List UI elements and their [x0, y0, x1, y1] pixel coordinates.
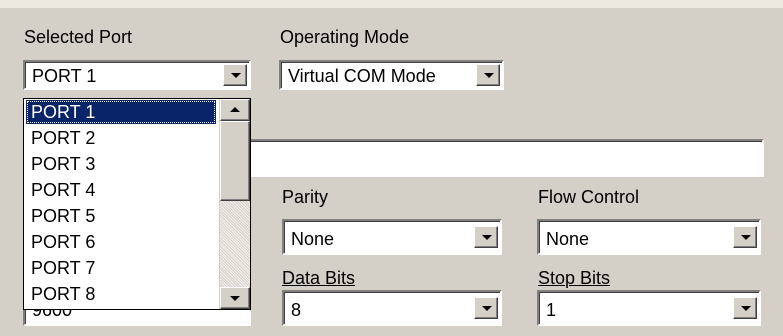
operating-mode-label: Operating Mode	[280, 27, 410, 47]
chevron-down-icon	[482, 306, 492, 311]
port-option[interactable]: PORT 6	[26, 230, 216, 254]
data-bits-dropdown-button[interactable]	[474, 297, 498, 319]
parity-dropdown-button[interactable]	[474, 226, 498, 248]
port-option[interactable]: PORT 7	[26, 256, 216, 280]
scroll-down-button[interactable]	[220, 287, 250, 309]
data-bits-combo[interactable]: 8	[282, 290, 502, 326]
stop-bits-value: 1	[546, 300, 557, 320]
port-dropdown-list[interactable]: PORT 1 PORT 2 PORT 3 PORT 4 PORT 5 PORT 6 PORT…	[23, 98, 251, 310]
port-option[interactable]: PORT 4	[26, 178, 216, 202]
port-option[interactable]: PORT 3	[26, 152, 216, 176]
flow-control-dropdown-button[interactable]	[733, 226, 757, 248]
chevron-down-icon	[230, 296, 240, 301]
selected-port-combo[interactable]: PORT 1	[23, 60, 251, 90]
data-bits-label: Data Bits	[282, 268, 356, 288]
chevron-down-icon	[482, 235, 492, 240]
parity-label: Parity	[282, 187, 329, 207]
data-bits-value: 8	[291, 300, 302, 320]
flow-control-combo[interactable]: None	[537, 219, 761, 255]
stop-bits-combo[interactable]: 1	[537, 290, 761, 326]
chevron-up-icon	[230, 107, 240, 112]
port-option[interactable]: PORT 1	[26, 100, 216, 124]
port-list-scrollbar[interactable]	[219, 99, 250, 309]
selected-port-value: PORT 1	[32, 66, 97, 86]
operating-mode-value: Virtual COM Mode	[288, 66, 436, 86]
chevron-down-icon	[741, 235, 751, 240]
stop-bits-label: Stop Bits	[538, 268, 611, 288]
chevron-down-icon	[741, 306, 751, 311]
chevron-down-icon	[231, 73, 241, 78]
selected-port-label: Selected Port	[24, 27, 133, 47]
port-option[interactable]: PORT 2	[26, 126, 216, 150]
flow-control-label: Flow Control	[538, 187, 640, 207]
port-option[interactable]: PORT 5	[26, 204, 216, 228]
operating-mode-combo[interactable]: Virtual COM Mode	[279, 60, 504, 90]
top-strip	[0, 0, 783, 8]
port-option[interactable]: PORT 8	[26, 282, 216, 306]
scroll-up-button[interactable]	[220, 99, 250, 121]
stop-bits-dropdown-button[interactable]	[733, 297, 757, 319]
parity-combo[interactable]: None	[282, 219, 502, 255]
wide-text-field[interactable]	[245, 139, 764, 177]
chevron-down-icon	[484, 73, 494, 78]
selected-port-dropdown-button[interactable]	[223, 64, 247, 86]
flow-control-value: None	[546, 229, 590, 249]
parity-value: None	[291, 229, 335, 249]
scroll-thumb[interactable]	[220, 121, 250, 201]
operating-mode-dropdown-button[interactable]	[476, 64, 500, 86]
